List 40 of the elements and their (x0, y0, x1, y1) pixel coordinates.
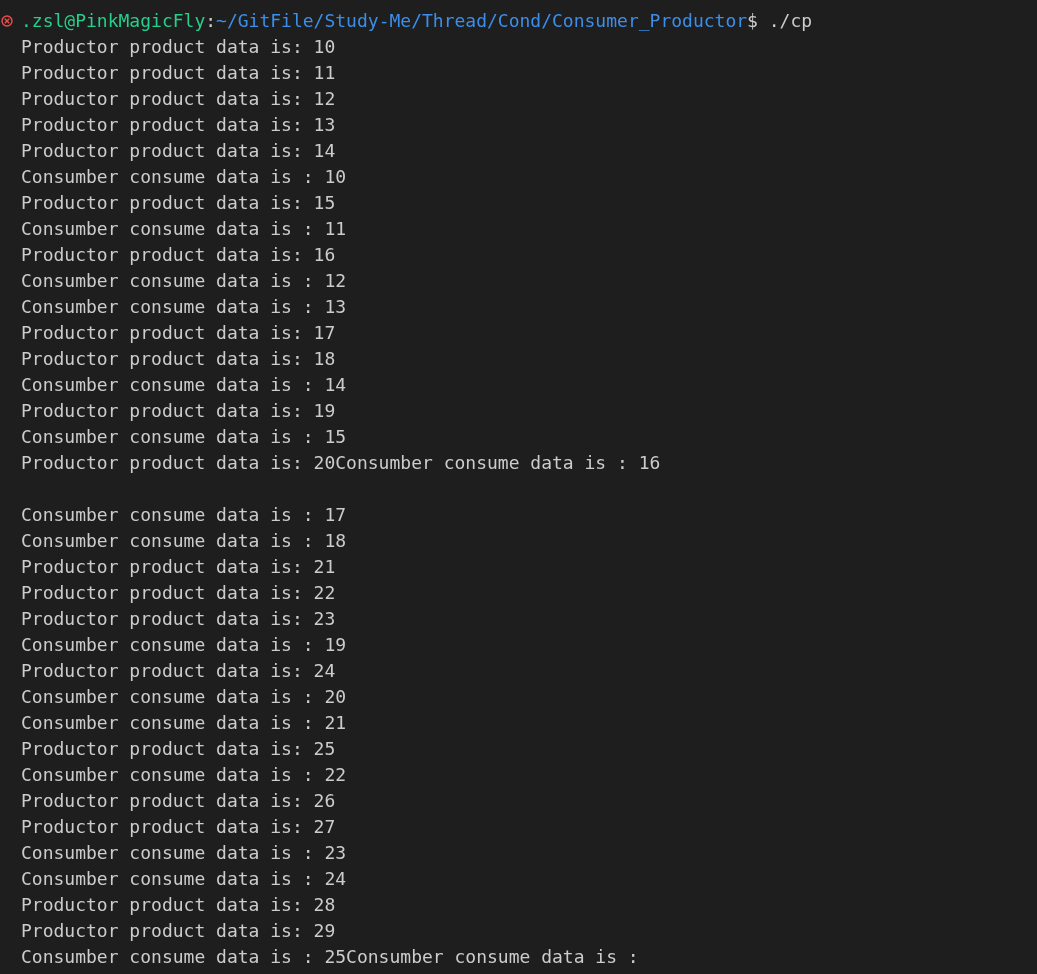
output-line: Productor product data is: 15 (21, 191, 336, 215)
output-line: Consumber consume data is : 15 (21, 425, 347, 449)
output-line: Productor product data is: 12 (21, 87, 336, 111)
output-line: Productor product data is: 20Consumber consume data is : 16 (21, 451, 661, 475)
output-line: Consumber consume data is : 12 (21, 269, 347, 293)
output-line: Consumber consume data is : 18 (21, 529, 347, 553)
output-line: Productor product data is: 23 (21, 607, 336, 631)
output-line: Productor product data is: 16 (21, 243, 336, 267)
output-line: Consumber consume data is : 14 (21, 373, 347, 397)
prompt-path: ~/GitFile/Study-Me/Thread/Cond/Consumer_Productor (216, 9, 748, 33)
output-line: Consumber consume data is : 22 (21, 763, 347, 787)
output-line: Productor product data is: 21 (21, 555, 336, 579)
output-line: Consumber consume data is : 24 (21, 867, 347, 891)
output-line: Productor product data is: 29 (21, 919, 336, 943)
output-line: Productor product data is: 24 (21, 659, 336, 683)
output-line: Productor product data is: 26 (21, 789, 336, 813)
output-line: Productor product data is: 19 (21, 399, 336, 423)
prompt-symbol: $ (747, 9, 758, 33)
output-line: Consumber consume data is : 13 (21, 295, 347, 319)
output-line: Consumber consume data is : 25Consumber consume data is : (21, 945, 639, 966)
output-line: Consumber consume data is : 19 (21, 633, 347, 657)
output-line: Consumber consume data is : 10 (21, 165, 347, 189)
output-line: Productor product data is: 27 (21, 815, 336, 839)
prompt-separator: : (205, 9, 217, 33)
output-line: Productor product data is: 25 (21, 737, 336, 761)
command-text: ./cp (768, 9, 813, 33)
output-line: Productor product data is: 11 (21, 61, 336, 85)
output-line: Productor product data is: 10 (21, 35, 336, 59)
output-line: Productor product data is: 18 (21, 347, 336, 371)
output-line: Consumber consume data is : 23 (21, 841, 347, 865)
output-line: Productor product data is: 17 (21, 321, 336, 345)
output-line: Productor product data is: 22 (21, 581, 336, 605)
output-line: Consumber consume data is : 17 (21, 503, 347, 527)
output-line: Consumber consume data is : 11 (21, 217, 347, 241)
output-line: Productor product data is: 14 (21, 139, 336, 163)
output-line: Consumber consume data is : 21 (21, 711, 347, 735)
output-line: Productor product data is: 28 (21, 893, 336, 917)
output-line: Productor product data is: 13 (21, 113, 336, 137)
prompt-user-host: .zsl@PinkMagicFly (21, 9, 206, 33)
output-line: Consumber consume data is : 20 (21, 685, 347, 709)
